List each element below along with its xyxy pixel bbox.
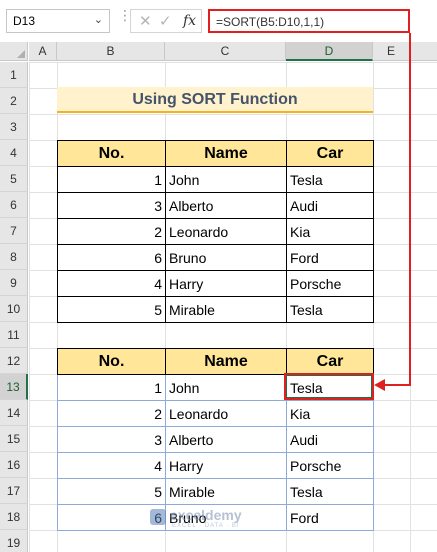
cell-no[interactable]: 2 (57, 218, 166, 245)
row-header-15[interactable]: 15 (0, 426, 28, 452)
source-table: No. Name Car 1 John Tesla 3 Alberto Audi… (57, 140, 374, 323)
row-header-11[interactable]: 11 (0, 322, 28, 348)
formula-icons: ✕ ✓ fx (130, 9, 202, 33)
cell-name[interactable]: John (165, 166, 287, 193)
cell-name[interactable]: Mirable (165, 478, 287, 505)
cell-name[interactable]: Mirable (165, 296, 287, 323)
table-row: 5 Mirable Tesla (57, 478, 374, 505)
table-row: 3 Alberto Audi (57, 426, 374, 453)
watermark-tagline: EXCEL · DATA · BI (172, 523, 240, 529)
cell-no[interactable]: 2 (57, 400, 166, 427)
cell-no[interactable]: 4 (57, 452, 166, 479)
cell-car[interactable]: Kia (286, 218, 374, 245)
select-all-button[interactable] (0, 42, 28, 61)
row-header-4[interactable]: 4 (0, 140, 28, 166)
column-header-b[interactable]: B (57, 42, 165, 61)
row-header-18[interactable]: 18 (0, 504, 28, 530)
header-car[interactable]: Car (286, 348, 374, 375)
cell-name[interactable]: Harry (165, 270, 287, 297)
table-row: 2 Leonardo Kia (57, 400, 374, 427)
cell-no[interactable]: 5 (57, 478, 166, 505)
row-header-7[interactable]: 7 (0, 218, 28, 244)
function-icon[interactable]: fx (183, 13, 196, 29)
row-header-13[interactable]: 13 (0, 374, 28, 400)
annotation-arrow-line (384, 384, 411, 386)
cell-no[interactable]: 4 (57, 270, 166, 297)
header-no[interactable]: No. (57, 348, 166, 375)
cell-no[interactable]: 3 (57, 192, 166, 219)
row-header-2[interactable]: 2 (0, 88, 28, 114)
cell-car[interactable]: Audi (286, 192, 374, 219)
cell-name[interactable]: Leonardo (165, 218, 287, 245)
cell-name[interactable]: Alberto (165, 192, 287, 219)
column-header-e[interactable]: E (373, 42, 410, 61)
name-box[interactable]: D13 ⌄ (6, 9, 110, 33)
annotation-arrow-line (409, 33, 411, 385)
chevron-down-icon[interactable]: ⌄ (94, 13, 103, 26)
header-no[interactable]: No. (57, 140, 166, 167)
cell-name[interactable]: Bruno (165, 244, 287, 271)
row-header-1[interactable]: 1 (0, 62, 28, 88)
watermark-name: exceldemy (170, 507, 242, 523)
cell-name[interactable]: John (165, 374, 287, 401)
row-header-8[interactable]: 8 (0, 244, 28, 270)
formula-input[interactable]: =SORT(B5:D10,1,1) (208, 9, 410, 33)
sheet-title[interactable]: Using SORT Function (57, 87, 373, 113)
cell-car[interactable]: Tesla (286, 296, 374, 323)
cell-name[interactable]: Alberto (165, 426, 287, 453)
row-header-14[interactable]: 14 (0, 400, 28, 426)
watermark: exceldemy EXCEL · DATA · BI (150, 506, 310, 532)
column-header-f[interactable] (410, 42, 437, 61)
table-row: 4 Harry Porsche (57, 270, 374, 297)
arrow-left-icon (374, 379, 385, 391)
row-header-12[interactable]: 12 (0, 348, 28, 374)
cell-car[interactable]: Audi (286, 426, 374, 453)
row-header-5[interactable]: 5 (0, 166, 28, 192)
table-row: 5 Mirable Tesla (57, 296, 374, 323)
more-options-icon[interactable]: ⋮ (118, 8, 132, 30)
cell-car[interactable]: Porsche (286, 452, 374, 479)
row-header-9[interactable]: 9 (0, 270, 28, 296)
table-row: 4 Harry Porsche (57, 452, 374, 479)
cell-car[interactable]: Kia (286, 400, 374, 427)
cell-name[interactable]: Harry (165, 452, 287, 479)
header-name[interactable]: Name (165, 348, 287, 375)
cell-no[interactable]: 1 (57, 374, 166, 401)
table-row: 6 Bruno Ford (57, 244, 374, 271)
table-header-row: No. Name Car (57, 140, 374, 167)
row-header-19[interactable]: 19 (0, 530, 28, 552)
cell-car[interactable]: Porsche (286, 270, 374, 297)
cell-no[interactable]: 5 (57, 296, 166, 323)
cell-name[interactable]: Leonardo (165, 400, 287, 427)
column-header-a[interactable]: A (29, 42, 57, 61)
checkmark-icon[interactable]: ✓ (159, 12, 172, 30)
exceldemy-logo-icon (150, 509, 166, 525)
row-header-17[interactable]: 17 (0, 478, 28, 504)
close-icon[interactable]: ✕ (139, 12, 152, 30)
row-header-3[interactable]: 3 (0, 114, 28, 140)
table-row: 1 John Tesla (57, 166, 374, 193)
cell-car[interactable]: Tesla (286, 478, 374, 505)
cell-no[interactable]: 1 (57, 166, 166, 193)
header-name[interactable]: Name (165, 140, 287, 167)
column-header-c[interactable]: C (165, 42, 286, 61)
name-box-value: D13 (13, 14, 36, 28)
row-header-16[interactable]: 16 (0, 452, 28, 478)
column-header-d[interactable]: D (286, 42, 373, 61)
table-header-row: No. Name Car (57, 348, 374, 375)
active-cell-highlight (284, 373, 374, 400)
formula-bar: D13 ⌄ ⋮ ✕ ✓ fx =SORT(B5:D10,1,1) (0, 0, 437, 42)
table-row: 2 Leonardo Kia (57, 218, 374, 245)
cell-no[interactable]: 3 (57, 426, 166, 453)
cell-car[interactable]: Tesla (286, 166, 374, 193)
table-row: 3 Alberto Audi (57, 192, 374, 219)
row-header-6[interactable]: 6 (0, 192, 28, 218)
row-header-10[interactable]: 10 (0, 296, 28, 322)
cell-no[interactable]: 6 (57, 244, 166, 271)
header-car[interactable]: Car (286, 140, 374, 167)
cell-car[interactable]: Ford (286, 244, 374, 271)
